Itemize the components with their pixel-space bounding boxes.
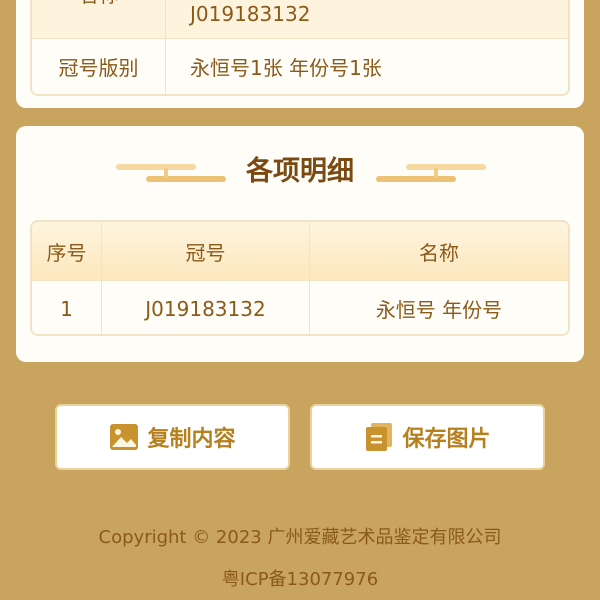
table-row: 1 J019183132 永恒号 年份号	[32, 281, 568, 334]
save-image-button[interactable]: 保存图片	[310, 404, 545, 470]
info-table: 名称 J019183132 冠号版别 永恒号1张 年份号1张	[30, 0, 570, 96]
info-label: 冠号版别	[32, 39, 166, 94]
icp-license-text: 粤ICP备13077976	[221, 569, 379, 590]
cell-index: 1	[32, 281, 102, 334]
copy-content-button[interactable]: 复制内容	[55, 404, 290, 470]
cell-serial: J019183132	[102, 281, 310, 334]
document-icon	[364, 422, 394, 452]
image-icon	[109, 422, 139, 452]
save-image-label: 保存图片	[402, 427, 491, 452]
column-header-serial: 冠号	[102, 222, 310, 280]
info-label: 名称	[32, 0, 166, 38]
copyright-text: Copyright © 2023 广州爱藏艺术品鉴定有限公司	[98, 527, 502, 548]
table-header: 序号 冠号 名称	[32, 222, 568, 281]
detail-card: 各项明细 序号 冠号 名称 1 J019183132 永恒号 年份号	[16, 126, 584, 362]
info-value: J019183132	[190, 2, 311, 26]
detail-table: 序号 冠号 名称 1 J019183132 永恒号 年份号	[30, 220, 570, 336]
column-header-index: 序号	[32, 222, 102, 280]
title-ornament-right-icon	[376, 164, 486, 182]
info-value: 永恒号1张 年份号1张	[190, 56, 382, 80]
info-row-edition: 冠号版别 永恒号1张 年份号1张	[32, 39, 568, 94]
info-card: 名称 J019183132 冠号版别 永恒号1张 年份号1张	[16, 0, 584, 108]
column-header-name: 名称	[419, 240, 459, 265]
info-row-name: 名称 J019183132	[32, 0, 568, 39]
copy-content-label: 复制内容	[147, 427, 236, 452]
cell-name: 永恒号 年份号	[375, 298, 503, 322]
section-title: 各项明细	[246, 156, 354, 187]
